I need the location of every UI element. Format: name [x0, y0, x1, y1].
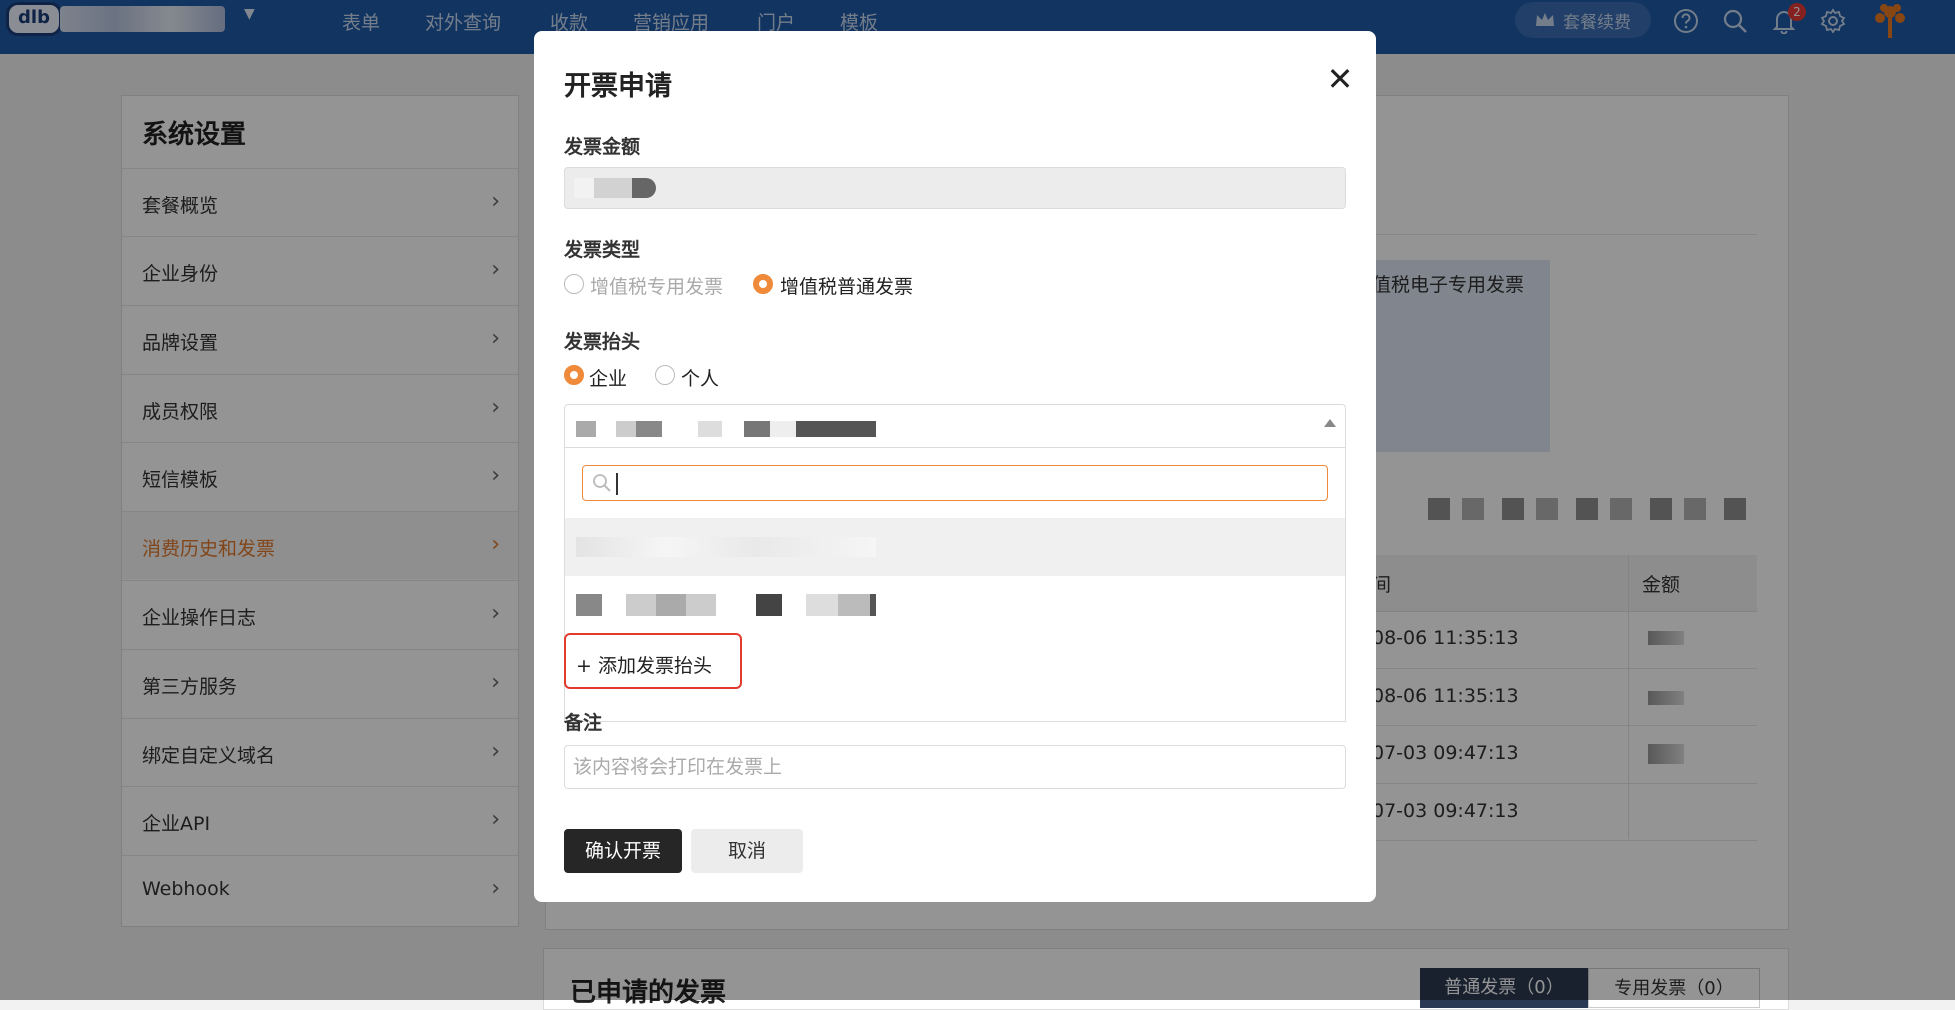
radio-normal-vat-label[interactable]: 增值税普通发票 — [780, 272, 913, 299]
invoice-header-label: 发票抬头 — [564, 331, 641, 353]
search-icon — [593, 474, 611, 492]
radio-personal-label[interactable]: 个人 — [681, 364, 719, 391]
confirm-invoice-button[interactable]: 确认开票 — [564, 829, 682, 873]
radio-special-vat-label[interactable]: 增值税专用发票 — [590, 272, 723, 299]
add-invoice-header-label[interactable]: + 添加发票抬头 — [576, 651, 712, 678]
invoice-request-dialog: 开票申请 ✕ 发票金额 发票类型 增值税专用发票 增值税普通发票 发票抬头 企业… — [534, 31, 1376, 902]
note-input[interactable] — [565, 746, 1345, 788]
invoice-type-label: 发票类型 — [564, 239, 641, 261]
close-icon[interactable]: ✕ — [1322, 61, 1358, 97]
amount-field — [564, 167, 1346, 209]
text-cursor — [616, 473, 618, 495]
cancel-button[interactable]: 取消 — [691, 829, 803, 873]
radio-company[interactable] — [564, 365, 584, 385]
dialog-title: 开票申请 — [564, 71, 672, 102]
selected-header-redacted — [576, 421, 876, 437]
amount-label: 发票金额 — [564, 136, 641, 158]
radio-personal[interactable] — [655, 365, 675, 385]
dropdown-search-input[interactable] — [582, 465, 1328, 501]
note-label: 备注 — [564, 712, 603, 734]
radio-normal-vat[interactable] — [753, 274, 773, 294]
note-field[interactable] — [564, 745, 1346, 789]
radio-special-vat[interactable] — [564, 274, 584, 294]
amount-value-redacted — [574, 178, 656, 198]
dropdown-option-redacted — [576, 537, 876, 557]
radio-company-label[interactable]: 企业 — [589, 364, 627, 391]
dropdown-option-redacted[interactable] — [576, 594, 876, 616]
caret-up-icon[interactable] — [1324, 419, 1336, 427]
